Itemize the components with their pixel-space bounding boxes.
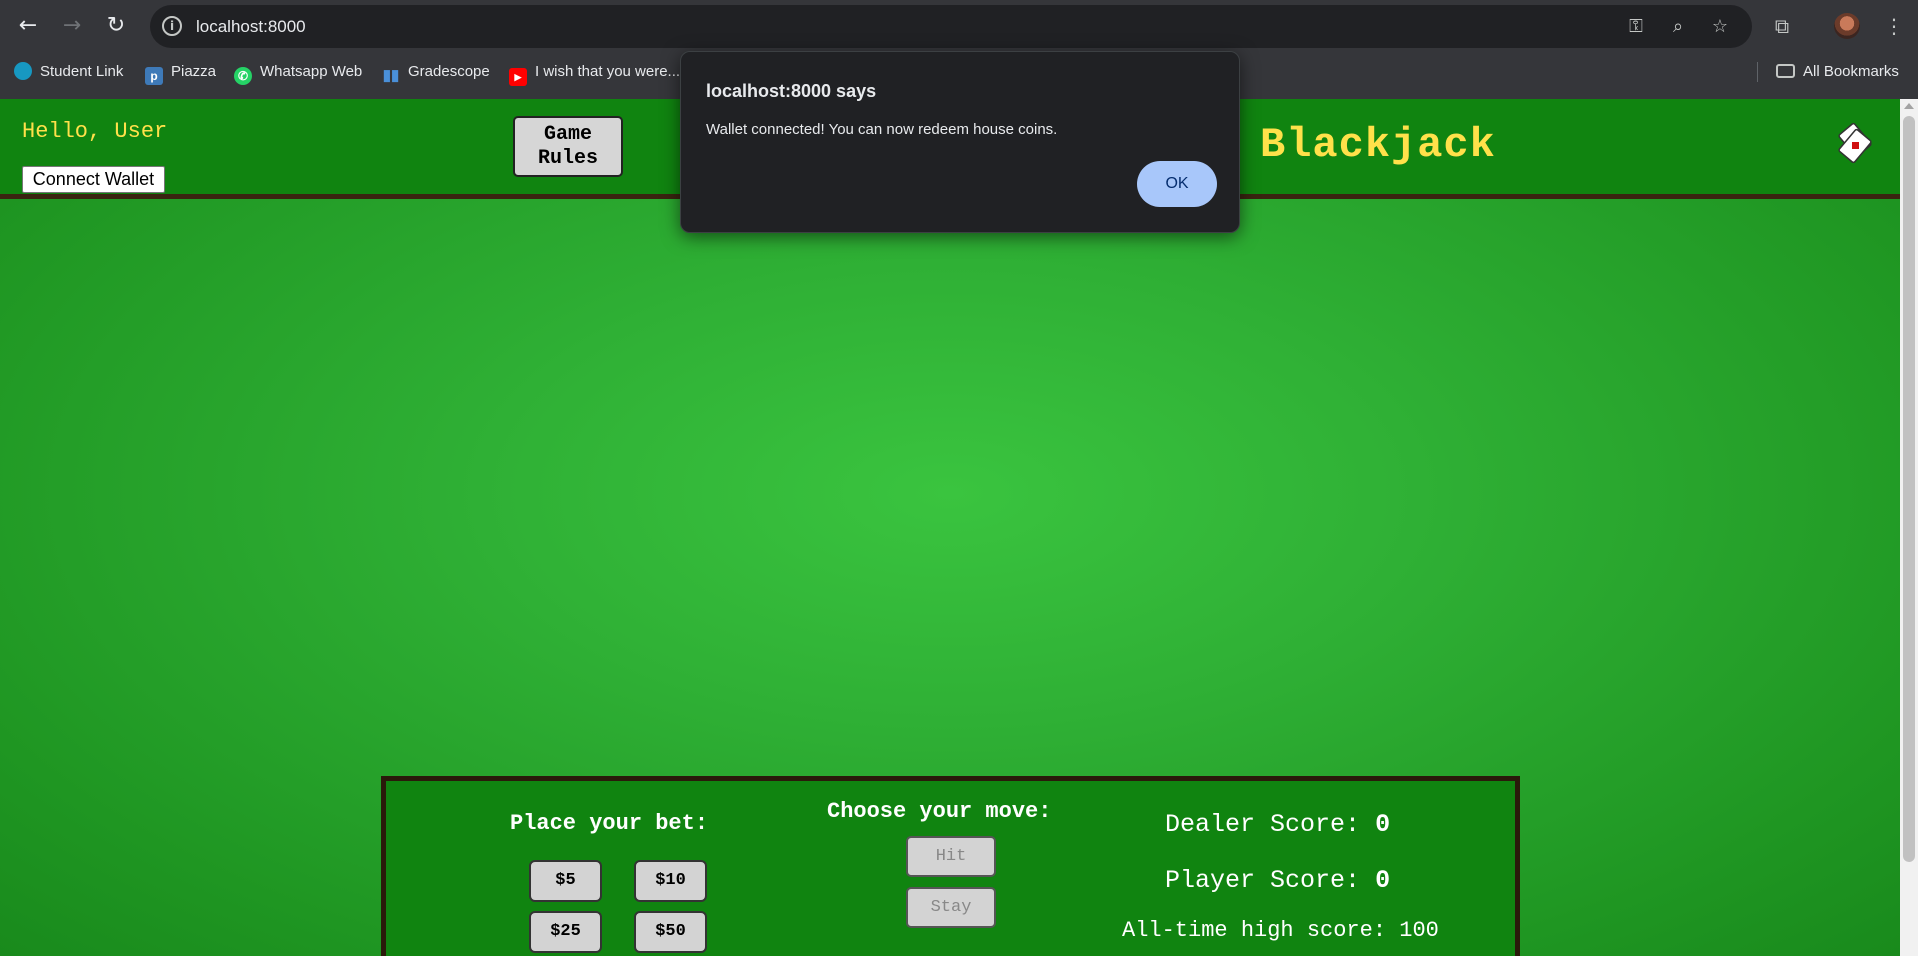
address-bar-url[interactable]: localhost:8000 [196, 17, 306, 37]
bookmark-label: Piazza [171, 63, 217, 80]
reload-icon[interactable]: ↻ [100, 10, 132, 42]
player-score-value: 0 [1375, 866, 1391, 895]
bet-25-button[interactable]: $25 [529, 911, 602, 953]
salesforce-cloud-icon [14, 62, 32, 80]
bookmark-gradescope[interactable]: ▮▮ Gradescope [382, 61, 490, 84]
dealer-score-value: 0 [1375, 810, 1391, 839]
bookmark-label: I wish that you were... [535, 63, 681, 80]
site-info-icon[interactable]: i [162, 16, 182, 36]
scroll-up-arrow-icon[interactable] [1904, 103, 1914, 109]
browser-menu-icon[interactable]: ⋮ [1880, 12, 1908, 40]
scrollbar-thumb[interactable] [1903, 116, 1915, 862]
bookmark-star-icon[interactable]: ☆ [1708, 15, 1732, 39]
bookmark-youtube[interactable]: ▶ I wish that you were... [509, 61, 681, 86]
connect-wallet-button[interactable]: Connect Wallet [22, 166, 165, 193]
user-greeting: Hello, User [22, 119, 168, 144]
page-title: Blackjack [1260, 121, 1496, 169]
dealer-score-label: Dealer Score: [1165, 810, 1361, 839]
back-arrow-icon[interactable]: ← [12, 10, 44, 42]
gradescope-bars-icon: ▮▮ [382, 67, 400, 84]
hit-button[interactable]: Hit [906, 836, 996, 877]
bookmark-label: Student Link [40, 63, 124, 80]
bet-50-button[interactable]: $50 [634, 911, 707, 953]
all-bookmarks-label: All Bookmarks [1803, 63, 1899, 80]
alert-dialog: localhost:8000 says Wallet connected! Yo… [680, 51, 1240, 233]
stay-button[interactable]: Stay [906, 887, 996, 928]
player-score-label: Player Score: [1165, 866, 1361, 895]
game-rules-line1: Game [543, 123, 592, 146]
dialog-title: localhost:8000 says [706, 81, 877, 101]
bet-10-button[interactable]: $10 [634, 860, 707, 902]
profile-avatar[interactable] [1834, 13, 1860, 39]
piazza-icon: p [145, 67, 163, 85]
playing-cards-logo-icon [1838, 123, 1872, 163]
youtube-icon: ▶ [509, 68, 527, 86]
password-key-icon[interactable]: ⚿ [1624, 15, 1648, 39]
address-bar[interactable]: i localhost:8000 ⚿ ⌕ ☆ [150, 5, 1752, 48]
high-score-text: All-time high score: 100 [1122, 918, 1439, 943]
bookmark-label: Whatsapp Web [260, 63, 363, 80]
bookmark-piazza[interactable]: p Piazza [145, 61, 217, 85]
all-bookmarks[interactable]: All Bookmarks [1776, 61, 1899, 83]
game-rules-line2: Rules [537, 147, 598, 170]
extensions-puzzle-icon[interactable]: ⧉ [1768, 12, 1796, 40]
move-heading: Choose your move: [827, 799, 1052, 824]
browser-toolbar: ← → ↻ i localhost:8000 ⚿ ⌕ ☆ ⧉ ⋮ [0, 0, 1918, 52]
bet-heading: Place your bet: [510, 811, 709, 836]
game-rules-button[interactable]: Game Rules [513, 116, 623, 177]
player-score: Player Score: 0 [1165, 866, 1390, 895]
bookmark-label: Gradescope [408, 63, 490, 80]
game-controls-panel: Place your bet: $5 $10 $25 $50 Choose yo… [381, 776, 1520, 956]
forward-arrow-icon[interactable]: → [56, 10, 88, 42]
dealer-score: Dealer Score: 0 [1165, 810, 1390, 839]
dialog-message: Wallet connected! You can now redeem hou… [706, 121, 1058, 138]
bet-5-button[interactable]: $5 [529, 860, 602, 902]
bookmark-whatsapp-web[interactable]: ✆ Whatsapp Web [234, 61, 363, 85]
zoom-icon[interactable]: ⌕ [1666, 15, 1690, 39]
dialog-ok-button[interactable]: OK [1137, 161, 1217, 207]
folder-icon [1776, 64, 1795, 78]
bookmarks-divider [1757, 62, 1758, 82]
whatsapp-icon: ✆ [234, 67, 252, 85]
bookmark-student-link[interactable]: Student Link [14, 61, 123, 83]
